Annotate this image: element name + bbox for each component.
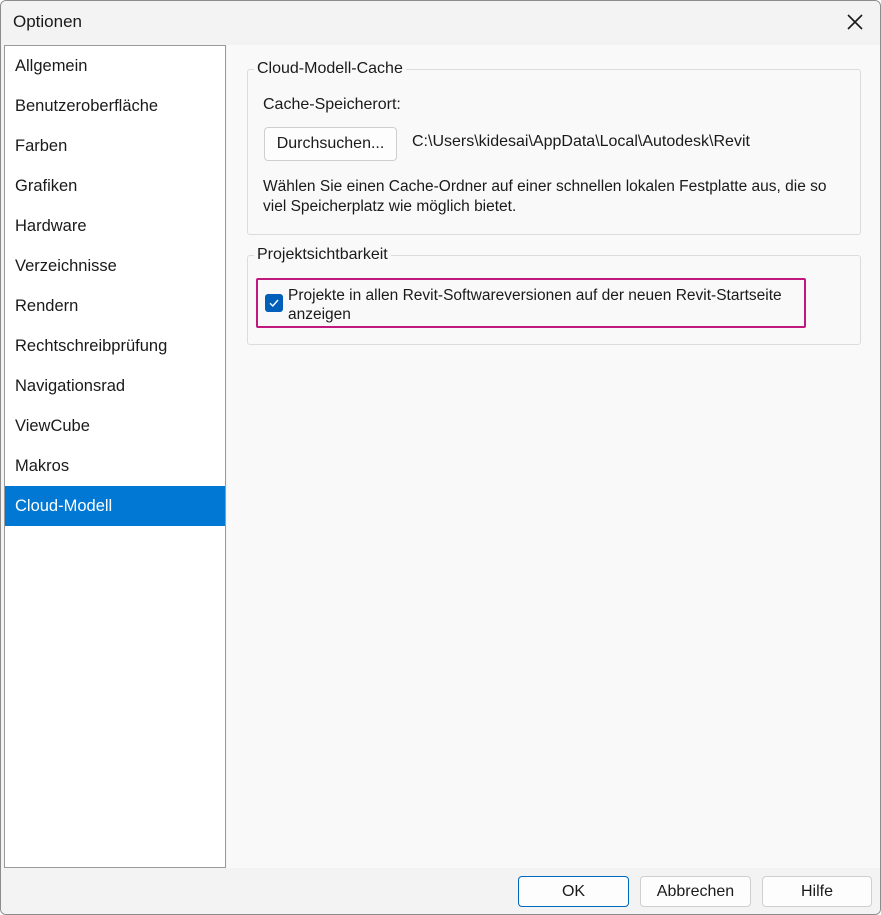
show-projects-label[interactable]: Projekte in allen Revit-Softwareversione… — [288, 286, 798, 324]
checkmark-icon — [269, 299, 279, 308]
close-button[interactable] — [830, 1, 880, 43]
help-button[interactable]: Hilfe — [762, 876, 872, 907]
show-projects-checkbox[interactable] — [265, 294, 283, 312]
nav-item-makros[interactable]: Makros — [5, 446, 225, 486]
cancel-button[interactable]: Abbrechen — [640, 876, 751, 907]
options-category-list[interactable]: Allgemein Benutzeroberfläche Farben Graf… — [4, 45, 226, 868]
options-dialog: Optionen Allgemein Benutzeroberfläche Fa… — [0, 0, 881, 915]
dialog-footer: OK Abbrechen Hilfe — [1, 868, 880, 914]
settings-panel: Cloud-Modell-Cache Cache-Speicherort: Du… — [227, 45, 880, 868]
cache-location-label: Cache-Speicherort: — [263, 96, 401, 113]
project-visibility-group: Projektsichtbarkeit Projekte in allen Re… — [247, 246, 861, 345]
nav-item-rechtschreibpruefung[interactable]: Rechtschreibprüfung — [5, 326, 225, 366]
browse-button[interactable]: Durchsuchen... — [264, 127, 397, 161]
visibility-group-title: Projektsichtbarkeit — [254, 246, 391, 264]
nav-item-cloud-modell[interactable]: Cloud-Modell — [5, 486, 225, 526]
nav-item-navigationsrad[interactable]: Navigationsrad — [5, 366, 225, 406]
cloud-model-cache-group: Cloud-Modell-Cache Cache-Speicherort: Du… — [247, 60, 861, 235]
cache-path-text: C:\Users\kidesai\AppData\Local\Autodesk\… — [412, 133, 750, 150]
window-title: Optionen — [13, 12, 82, 31]
nav-item-benutzeroberflaeche[interactable]: Benutzeroberfläche — [5, 86, 225, 126]
close-icon — [847, 14, 863, 30]
nav-item-viewcube[interactable]: ViewCube — [5, 406, 225, 446]
nav-item-hardware[interactable]: Hardware — [5, 206, 225, 246]
title-bar: Optionen — [1, 1, 880, 43]
nav-item-grafiken[interactable]: Grafiken — [5, 166, 225, 206]
nav-item-verzeichnisse[interactable]: Verzeichnisse — [5, 246, 225, 286]
nav-item-allgemein[interactable]: Allgemein — [5, 46, 225, 86]
nav-item-rendern[interactable]: Rendern — [5, 286, 225, 326]
cache-description: Wählen Sie einen Cache-Ordner auf einer … — [263, 178, 827, 215]
ok-button[interactable]: OK — [518, 876, 629, 907]
nav-item-farben[interactable]: Farben — [5, 126, 225, 166]
highlight-box: Projekte in allen Revit-Softwareversione… — [256, 278, 806, 328]
cache-group-title: Cloud-Modell-Cache — [254, 60, 406, 78]
